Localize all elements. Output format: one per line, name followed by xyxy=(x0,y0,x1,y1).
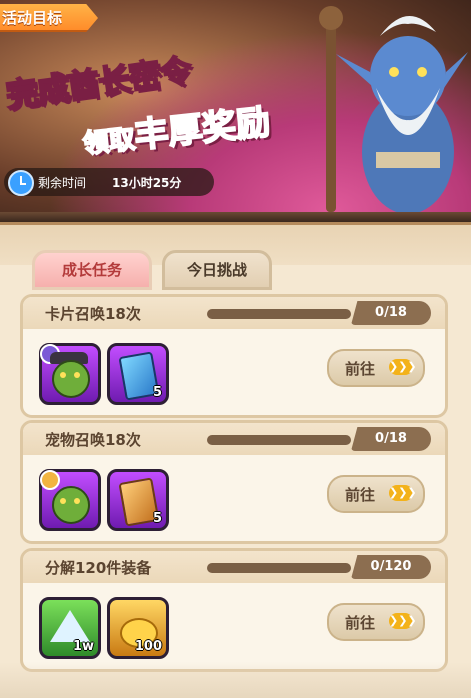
event-goal-tag: 活动目标 xyxy=(0,4,98,32)
task-card: 卡片召唤18次 0/18 5 前往 ❯❯❯ xyxy=(20,294,448,418)
event-banner: 活动目标 完成酋长密令 领取丰厚奖励 剩余时间 13小时25分 xyxy=(0,0,471,222)
reward-item-gold[interactable]: 100 xyxy=(107,597,169,659)
reward-quantity: 5 xyxy=(152,511,162,526)
reward-quantity: 1w xyxy=(72,639,94,654)
triple-chevron-icon: ❯❯❯ xyxy=(389,613,417,629)
go-button[interactable]: 前往 ❯❯❯ xyxy=(327,603,425,641)
go-button-label: 前往 xyxy=(345,614,376,632)
alarm-clock-icon xyxy=(8,170,34,196)
task-card: 宠物召唤18次 0/18 5 前往 ❯❯❯ xyxy=(20,420,448,544)
task-header: 卡片召唤18次 0/18 xyxy=(23,297,445,329)
reward-item-summon-card[interactable]: 5 xyxy=(107,343,169,405)
mountain-stone-icon xyxy=(50,610,90,642)
task-progress-count: 0/18 xyxy=(351,301,431,325)
remaining-time-pill: 剩余时间 13小时25分 xyxy=(4,168,214,196)
goblin-portrait-icon xyxy=(52,360,90,398)
task-progress-bar xyxy=(207,563,351,573)
go-button-label: 前往 xyxy=(345,360,376,378)
triple-chevron-icon: ❯❯❯ xyxy=(389,485,417,501)
reward-quantity: 5 xyxy=(152,385,162,400)
task-title: 宠物召唤18次 xyxy=(45,431,141,449)
event-goal-label: 活动目标 xyxy=(2,9,63,27)
tab-growth-tasks[interactable]: 成长任务 xyxy=(32,250,152,290)
task-header: 分解120件装备 0/120 xyxy=(23,551,445,583)
star-badge-icon xyxy=(40,470,60,490)
reward-item-goblin[interactable] xyxy=(39,343,101,405)
title-line2-b: 丰厚奖励 xyxy=(132,101,273,157)
task-progress-count: 0/18 xyxy=(351,427,431,451)
go-button[interactable]: 前往 ❯❯❯ xyxy=(327,475,425,513)
reward-item-stone[interactable]: 1w xyxy=(39,597,101,659)
goblin-portrait-icon xyxy=(52,486,90,524)
task-card: 分解120件装备 0/120 1w 100 前往 ❯❯❯ xyxy=(20,548,448,672)
task-title: 卡片召唤18次 xyxy=(45,305,141,323)
task-progress-bar xyxy=(207,435,351,445)
task-progress-count: 0/120 xyxy=(351,555,431,579)
title-line1-a: 完成 xyxy=(3,67,72,115)
remaining-time-label: 剩余时间 xyxy=(38,176,87,190)
title-line1-b: 酋长密令 xyxy=(64,50,194,107)
reward-quantity: 100 xyxy=(134,639,162,654)
task-header: 宠物召唤18次 0/18 xyxy=(23,423,445,455)
troll-chief-character-icon xyxy=(319,6,468,214)
reward-item-goblin[interactable] xyxy=(39,469,101,531)
tab-daily-challenge[interactable]: 今日挑战 xyxy=(162,250,272,290)
task-title: 分解120件装备 xyxy=(45,559,152,577)
title-line2-a: 领取 xyxy=(81,123,138,160)
triple-chevron-icon: ❯❯❯ xyxy=(389,359,417,375)
reward-item-pet-card[interactable]: 5 xyxy=(107,469,169,531)
go-button[interactable]: 前往 ❯❯❯ xyxy=(327,349,425,387)
go-button-label: 前往 xyxy=(345,486,376,504)
remaining-time-value: 13小时25分 xyxy=(112,176,182,190)
task-progress-bar xyxy=(207,309,351,319)
banner-title-line2: 领取丰厚奖励 xyxy=(80,94,273,162)
ground-decoration xyxy=(0,662,471,698)
